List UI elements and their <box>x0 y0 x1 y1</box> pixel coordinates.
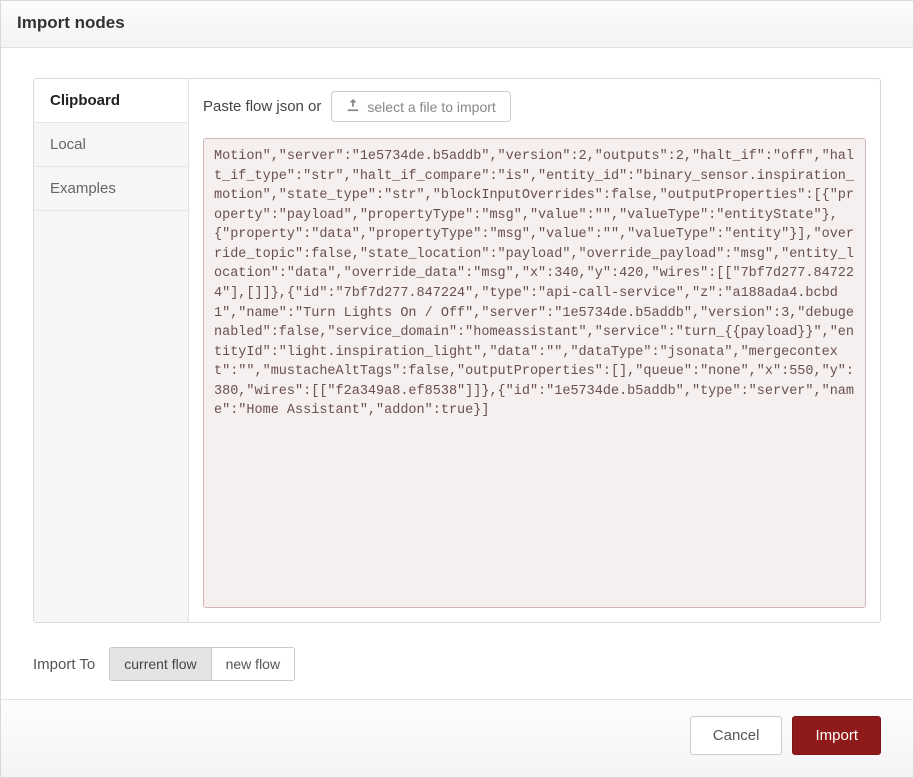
import-to-new-flow[interactable]: new flow <box>211 648 294 680</box>
paste-label: Paste flow json or <box>203 98 321 115</box>
cancel-button[interactable]: Cancel <box>690 716 783 755</box>
import-to-label: Import To <box>33 656 95 673</box>
paste-row: Paste flow json or select a file to impo… <box>203 91 866 128</box>
import-to-current-flow[interactable]: current flow <box>110 648 210 680</box>
select-file-button[interactable]: select a file to import <box>331 91 510 122</box>
import-nodes-dialog: Import nodes Clipboard Local Examples Pa… <box>0 0 914 778</box>
dialog-title: Import nodes <box>17 13 897 33</box>
tab-clipboard[interactable]: Clipboard <box>34 79 188 123</box>
import-panel: Clipboard Local Examples Paste flow json… <box>33 78 881 623</box>
dialog-footer: Cancel Import <box>1 699 913 777</box>
select-file-label: select a file to import <box>367 99 495 115</box>
import-to-toggle: current flow new flow <box>109 647 295 681</box>
tab-label: Local <box>50 136 86 153</box>
tab-label: Clipboard <box>50 92 120 109</box>
source-tabs: Clipboard Local Examples <box>34 79 189 622</box>
import-to-row: Import To current flow new flow <box>33 647 881 681</box>
tab-label: Examples <box>50 180 116 197</box>
upload-icon <box>346 98 360 115</box>
dialog-body: Clipboard Local Examples Paste flow json… <box>1 48 913 699</box>
flow-json-input[interactable] <box>203 138 866 608</box>
tab-local[interactable]: Local <box>34 123 188 167</box>
tab-examples[interactable]: Examples <box>34 167 188 211</box>
dialog-header: Import nodes <box>1 1 913 48</box>
clipboard-pane: Paste flow json or select a file to impo… <box>189 79 880 622</box>
import-button[interactable]: Import <box>792 716 881 755</box>
